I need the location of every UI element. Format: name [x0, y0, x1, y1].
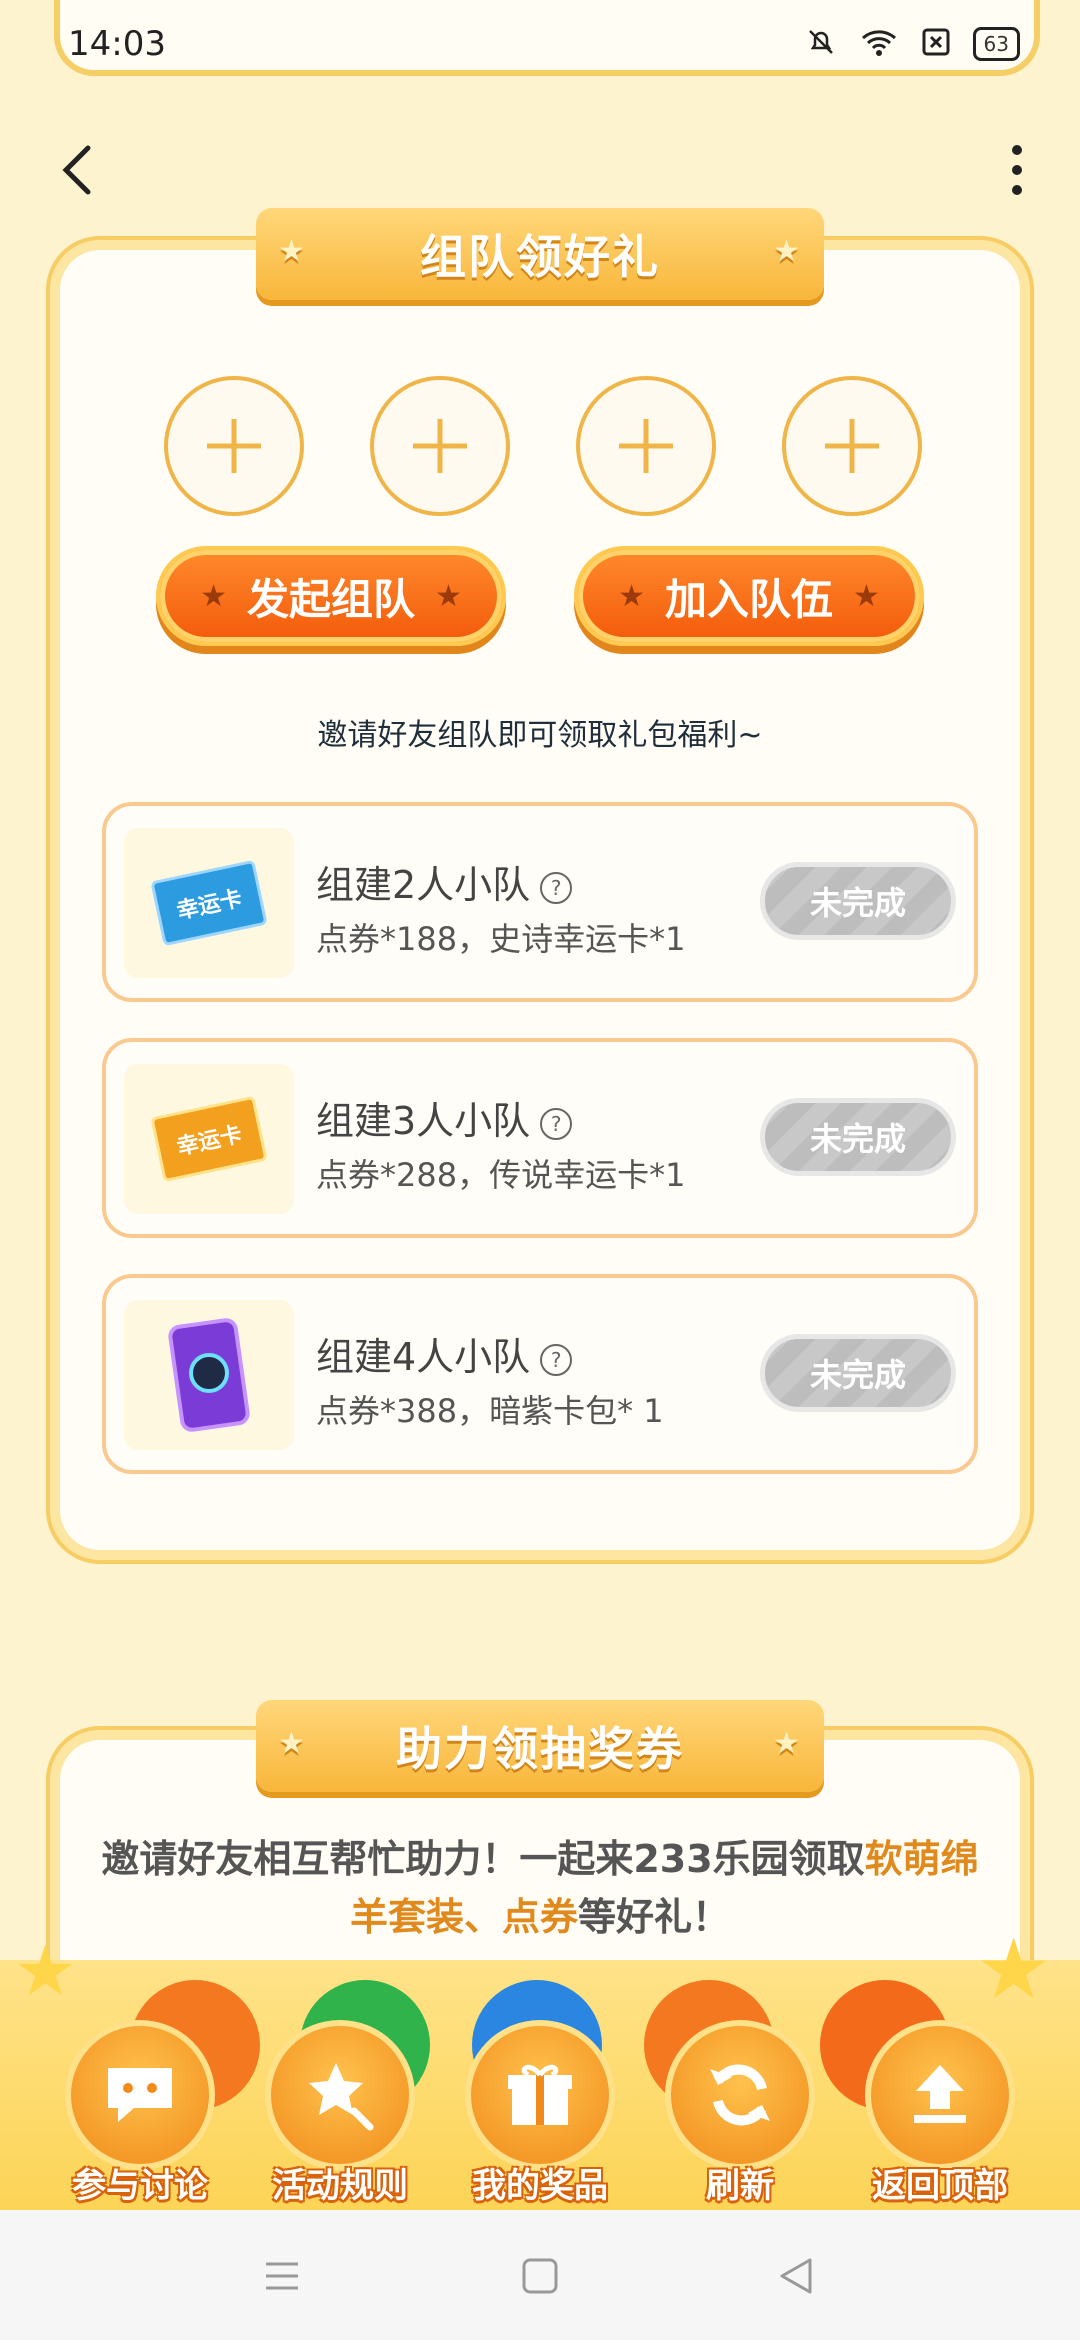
blue-lucky-card-icon: 幸运卡 [124, 828, 294, 978]
help-description: 邀请好友相互帮忙助力！一起来233乐园领取软萌绵羊套装、点券等好礼！ [101, 1837, 979, 1939]
dock-back-to-top-button[interactable]: 返回顶部 [856, 2020, 1024, 2220]
plus-icon [207, 419, 261, 473]
dock-rules-button[interactable]: 活动规则 [256, 2020, 424, 2220]
button-star-icon: ★ [853, 578, 880, 614]
invite-tip: 邀请好友组队即可领取礼包福利~ [317, 718, 763, 753]
status-time: 14:03 [68, 24, 166, 64]
join-team-button[interactable]: ★ 加入队伍 ★ [574, 546, 924, 646]
decor-star-icon: ★ [976, 1920, 1052, 2018]
more-options-icon[interactable] [1002, 140, 1032, 200]
dock-refresh-button[interactable]: 刷新 [656, 2020, 824, 2220]
wifi-icon [859, 26, 899, 62]
plus-icon [825, 419, 879, 473]
battery-indicator: 63 [972, 27, 1020, 61]
task-status-button[interactable]: 未完成 [760, 1334, 956, 1412]
question-icon[interactable]: ? [540, 1343, 573, 1376]
refresh-icon [665, 2020, 815, 2170]
task-status-button[interactable]: 未完成 [760, 1098, 956, 1176]
task-reward: 点券*188，史诗幸运卡*1 [316, 920, 686, 958]
plus-icon [413, 419, 467, 473]
system-navigation-bar [0, 2210, 1080, 2340]
chat-icon [65, 2020, 215, 2170]
help-section-title: ★ 助力领抽奖券 ★ [256, 1700, 824, 1792]
back-triangle-icon[interactable] [776, 2256, 816, 2300]
button-star-icon: ★ [200, 578, 227, 614]
team-member-slot[interactable] [576, 376, 716, 516]
task-title: 组建2人小队 [316, 863, 531, 907]
task-reward: 点券*388，暗紫卡包* 1 [316, 1392, 664, 1430]
task-reward: 点券*288，传说幸运卡*1 [316, 1156, 686, 1194]
banner-star-icon: ★ [773, 1726, 802, 1761]
team-member-slot[interactable] [782, 376, 922, 516]
decor-star-icon: ★ [14, 1930, 77, 2012]
task-status-button[interactable]: 未完成 [760, 862, 956, 940]
menu-icon[interactable] [262, 2256, 302, 2300]
status-icons: 63 [805, 26, 1020, 62]
task-title: 组建3人小队 [316, 1099, 531, 1143]
sim-x-icon [921, 27, 951, 61]
gift-icon [465, 2020, 615, 2170]
task-card-2-person: 幸运卡 组建2人小队? 点券*188，史诗幸运卡*1 未完成 [102, 802, 978, 1002]
task-card-3-person: 幸运卡 组建3人小队? 点券*288，传说幸运卡*1 未完成 [102, 1038, 978, 1238]
team-member-slot[interactable] [164, 376, 304, 516]
task-card-4-person: 组建4人小队? 点券*388，暗紫卡包* 1 未完成 [102, 1274, 978, 1474]
question-icon[interactable]: ? [540, 871, 573, 904]
gold-lucky-card-icon: 幸运卡 [124, 1064, 294, 1214]
dock-prizes-button[interactable]: 我的奖品 [456, 2020, 624, 2220]
button-star-icon: ★ [435, 578, 462, 614]
task-title: 组建4人小队 [316, 1335, 531, 1379]
team-section-title: ★ 组队领好礼 ★ [256, 208, 824, 300]
status-bar: 14:03 63 [0, 0, 1080, 90]
start-team-button[interactable]: ★ 发起组队 ★ [156, 546, 506, 646]
back-icon[interactable] [50, 140, 110, 200]
home-icon[interactable] [520, 2256, 560, 2300]
team-member-slot[interactable] [370, 376, 510, 516]
dock-discuss-button[interactable]: 参与讨论 [56, 2020, 224, 2220]
star-search-icon [265, 2020, 415, 2170]
purple-card-pack-icon [124, 1300, 294, 1450]
banner-star-icon: ★ [278, 1726, 307, 1761]
button-star-icon: ★ [618, 578, 645, 614]
question-icon[interactable]: ? [540, 1107, 573, 1140]
plus-icon [619, 419, 673, 473]
upload-arrow-icon [865, 2020, 1015, 2170]
banner-star-icon: ★ [773, 234, 802, 269]
mute-bell-icon [805, 26, 837, 62]
banner-star-icon: ★ [278, 234, 307, 269]
